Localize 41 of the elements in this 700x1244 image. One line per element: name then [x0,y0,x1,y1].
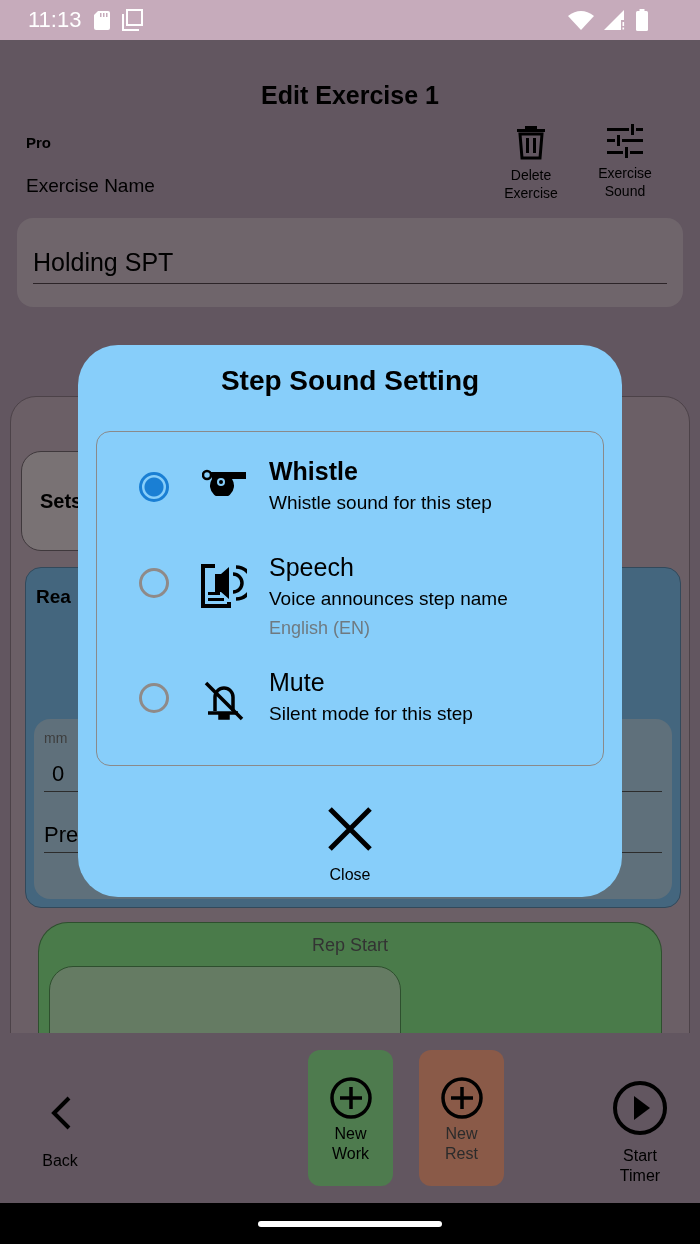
exercise-sound-button[interactable]: Exercise Sound [578,124,672,200]
new-rest-button[interactable]: New Rest [419,1050,504,1186]
radio-button[interactable] [139,568,169,598]
close-button[interactable]: Close [327,806,373,884]
radio-button[interactable] [139,683,169,713]
muted-bell-icon [202,679,246,723]
whistle-icon [202,468,246,496]
start-timer-button[interactable]: Start Timer [600,1080,680,1186]
close-icon [327,806,373,852]
plus-circle-icon [328,1076,373,1120]
sliders-icon [607,124,643,158]
back-button[interactable]: Back [20,1095,100,1171]
wifi-icon [568,10,594,30]
trash-icon [515,124,547,160]
time-field-label: mm [44,730,68,746]
signal-icon [604,10,626,30]
play-circle-icon [612,1080,668,1136]
clock: 11:13 [28,7,82,33]
option-description: Silent mode for this step [269,703,473,725]
home-handle[interactable] [258,1220,442,1227]
step-label: Rea [36,586,71,608]
option-title: Speech [269,552,355,582]
option-description: Voice announces step name [269,588,508,610]
plus-circle-icon [439,1076,484,1120]
rep-section-label: Rep Start [310,935,389,956]
radio-button[interactable] [139,472,169,502]
stacked-windows-icon [121,9,144,31]
sd-card-icon [93,10,112,30]
field-label: Exercise Name [26,175,156,197]
plan-label: Pro [26,134,52,151]
battery-icon [636,9,648,31]
option-description: Whistle sound for this step [269,492,492,514]
dialog-title: Step Sound Setting [220,365,480,398]
delete-exercise-button[interactable]: Delete Exercise [484,124,578,202]
option-title: Mute [269,667,326,697]
new-work-button[interactable]: New Work [308,1050,393,1186]
option-title: Whistle [269,456,359,486]
exercise-name-field[interactable]: Holding SPT [17,218,683,307]
page-title: Edit Exercise 1 [260,80,440,110]
language-label: English (EN) [269,618,372,639]
speaker-document-icon [201,564,247,608]
